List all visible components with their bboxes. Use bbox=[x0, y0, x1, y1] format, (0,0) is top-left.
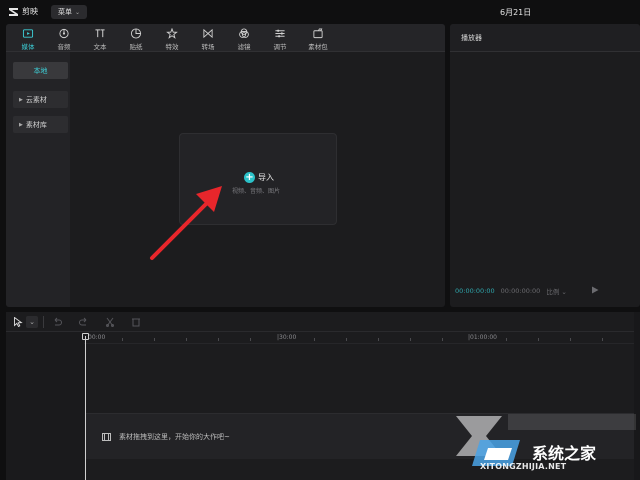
delete-icon bbox=[132, 318, 140, 327]
tab-sticker[interactable]: 贴纸 bbox=[118, 26, 154, 51]
ruler-tick bbox=[218, 338, 219, 341]
tab-transition[interactable]: 转场 bbox=[190, 26, 226, 51]
ruler-tick bbox=[250, 338, 251, 341]
import-label: 导入 bbox=[258, 173, 274, 182]
watermark-brand-en: XITONGZHIJIA.NET bbox=[480, 462, 567, 471]
media-side-nav: 本地 ▶ 云素材 ▶ 素材库 bbox=[6, 52, 70, 307]
ruler-tick bbox=[122, 338, 123, 341]
ruler-tick bbox=[186, 338, 187, 341]
chevron-down-icon: ⌄ bbox=[74, 8, 81, 16]
current-time: 00:00:00:00 bbox=[455, 287, 495, 295]
menu-label: 菜单 bbox=[57, 8, 72, 16]
redo-icon bbox=[79, 317, 87, 326]
caret-right-icon: ▶ bbox=[19, 121, 23, 128]
ruler-tick bbox=[538, 338, 539, 341]
tab-filter[interactable]: 滤镜 bbox=[226, 26, 262, 51]
media-tab-bar: 媒体 音频 文本 贴纸 特效 转场 滤镜 调节 素材包 bbox=[6, 24, 445, 52]
ruler-tick bbox=[506, 338, 507, 341]
top-bar: 剪映 菜单 ⌄ 6月21日 bbox=[0, 0, 640, 24]
project-date: 6月21日 bbox=[500, 8, 532, 17]
time-ruler: 00:00 |30:00 |01:00:00 bbox=[84, 332, 640, 344]
player-controls: 00:00:00:00 00:00:00:00 比例 ⌄ bbox=[455, 286, 567, 296]
app-name: 剪映 bbox=[22, 7, 38, 16]
undo-button[interactable] bbox=[51, 316, 63, 328]
media-icon bbox=[22, 29, 34, 38]
ruler-tick bbox=[570, 338, 571, 341]
tab-audio[interactable]: 音频 bbox=[46, 26, 82, 51]
split-icon bbox=[106, 317, 114, 327]
ruler-tick bbox=[154, 338, 155, 341]
tab-adjust[interactable]: 调节 bbox=[262, 26, 298, 51]
effects-icon bbox=[166, 28, 178, 39]
ratio-select[interactable]: 比例 ⌄ bbox=[546, 286, 567, 296]
tab-effects[interactable]: 特效 bbox=[154, 26, 190, 51]
timeline-toolbar: ⌄ bbox=[6, 312, 640, 332]
ruler-tick bbox=[602, 338, 603, 341]
package-icon bbox=[313, 28, 323, 39]
play-icon[interactable] bbox=[591, 286, 599, 294]
cursor-icon bbox=[14, 317, 23, 327]
chevron-down-icon: ⌄ bbox=[29, 318, 35, 326]
track-hint: 素材拖拽到这里，开始你的大作吧~ bbox=[102, 432, 230, 442]
toolbar-divider bbox=[43, 316, 44, 328]
film-icon bbox=[102, 433, 111, 441]
player-header: 播放器 bbox=[450, 24, 640, 52]
watermark-brand-cn: 系统之家 bbox=[532, 444, 597, 463]
caret-right-icon: ▶ bbox=[19, 96, 23, 103]
side-nav-library[interactable]: ▶ 素材库 bbox=[13, 116, 68, 133]
ruler-tick bbox=[378, 338, 379, 341]
tab-media[interactable]: 媒体 bbox=[10, 26, 46, 51]
ruler-label-start: 00:00 bbox=[88, 334, 106, 341]
ruler-tick bbox=[410, 338, 411, 341]
ruler-tick bbox=[346, 338, 347, 341]
tab-package[interactable]: 素材包 bbox=[300, 26, 336, 51]
select-tool-button[interactable] bbox=[12, 316, 24, 328]
player-panel: 播放器 00:00:00:00 00:00:00:00 比例 ⌄ bbox=[450, 24, 640, 307]
capcut-logo-icon bbox=[9, 7, 18, 16]
text-icon bbox=[95, 29, 105, 38]
annotation-arrow bbox=[150, 186, 222, 260]
ruler-tick bbox=[442, 338, 443, 341]
audio-icon bbox=[59, 28, 69, 39]
transition-icon bbox=[203, 28, 213, 39]
undo-icon bbox=[54, 317, 62, 326]
delete-button[interactable] bbox=[130, 316, 142, 328]
player-title: 播放器 bbox=[461, 34, 482, 42]
total-time: 00:00:00:00 bbox=[500, 287, 541, 295]
split-button[interactable] bbox=[104, 316, 116, 328]
tab-text[interactable]: 文本 bbox=[82, 26, 118, 51]
plus-icon: + bbox=[244, 172, 255, 183]
ruler-label-30min: |30:00 bbox=[277, 334, 297, 341]
track-headers bbox=[6, 332, 84, 480]
import-button[interactable]: + 导入 bbox=[244, 172, 274, 183]
redo-button[interactable] bbox=[78, 316, 90, 328]
ruler-tick bbox=[314, 338, 315, 341]
adjust-icon bbox=[275, 29, 285, 38]
side-nav-cloud[interactable]: ▶ 云素材 bbox=[13, 91, 68, 108]
sticker-icon bbox=[130, 28, 142, 39]
menu-button[interactable]: 菜单 ⌄ bbox=[51, 5, 87, 19]
app-logo: 剪映 bbox=[8, 6, 38, 17]
filter-icon bbox=[239, 28, 249, 38]
ruler-label-1h: |01:00:00 bbox=[468, 334, 497, 341]
side-nav-local[interactable]: 本地 bbox=[13, 62, 68, 79]
tool-dropdown[interactable]: ⌄ bbox=[26, 316, 38, 328]
